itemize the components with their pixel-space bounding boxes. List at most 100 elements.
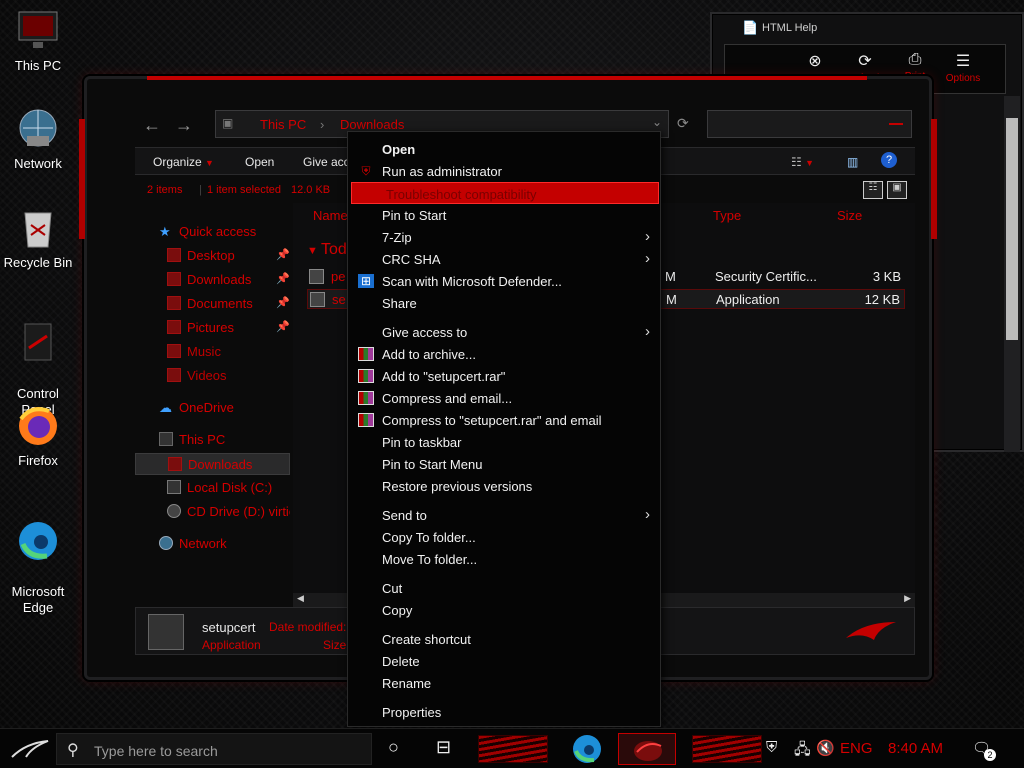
nav-item-pictures[interactable]: Pictures 📌 [135, 317, 290, 339]
menu-item-move-to-folder[interactable]: Move To folder... [348, 548, 660, 570]
menu-item-open[interactable]: Open [348, 138, 660, 160]
nav-item-cd-drive[interactable]: CD Drive (D:) virtic [135, 501, 290, 523]
menu-item-properties[interactable]: Properties [348, 701, 660, 723]
nav-item-downloads[interactable]: Downloads 📌 [135, 269, 290, 291]
search-placeholder: Type here to search [94, 743, 218, 759]
menu-item-scan-defender[interactable]: ⊞ Scan with Microsoft Defender... [348, 270, 660, 292]
nav-item-this-pc[interactable]: This PC [135, 429, 290, 451]
folder-icon [167, 296, 181, 310]
menu-item-crc-sha[interactable]: CRC SHA › [348, 248, 660, 270]
column-header-type[interactable]: Type [713, 208, 741, 230]
stop-icon: ⊗ [808, 53, 822, 70]
menu-item-7zip[interactable]: 7-Zip › [348, 226, 660, 248]
details-view-icon[interactable]: ☷ [863, 181, 883, 199]
desktop-icon-control-panel[interactable]: Control Panel [0, 304, 76, 418]
folder-icon [167, 368, 181, 382]
menu-item-add-to-archive[interactable]: Add to archive... [348, 343, 660, 365]
column-header-name[interactable]: Name [313, 208, 348, 230]
menu-item-add-to-rar[interactable]: Add to "setupcert.rar" [348, 365, 660, 387]
preview-pane-icon[interactable]: ▥ [847, 155, 858, 169]
taskbar-search-input[interactable]: ⚲ Type here to search [56, 733, 372, 765]
scroll-right-icon[interactable]: ▶ [904, 593, 911, 604]
pin-icon: 📌 [276, 297, 290, 309]
menu-item-compress-to-rar-and-email[interactable]: Compress to "setupcert.rar" and email [348, 409, 660, 431]
organize-button[interactable]: Organize ▼ [153, 155, 214, 169]
menu-item-delete[interactable]: Delete [348, 650, 660, 672]
desktop-icon-label: Firefox [18, 453, 58, 468]
start-button-icon[interactable] [8, 737, 52, 761]
nav-item-local-disk[interactable]: Local Disk (C:) [135, 477, 290, 499]
menu-item-cut[interactable]: Cut [348, 577, 660, 599]
menu-item-run-as-administrator[interactable]: ⛨ Run as administrator [348, 160, 660, 182]
edge-icon [573, 735, 601, 763]
edge-taskbar-button[interactable] [568, 733, 606, 765]
search-input[interactable] [707, 110, 912, 138]
menu-item-copy-to-folder[interactable]: Copy To folder... [348, 526, 660, 548]
star-icon: ★ [159, 224, 171, 239]
menu-item-give-access[interactable]: Give access to › [348, 321, 660, 343]
desktop-icon-label: This PC [14, 58, 62, 73]
scrollbar-thumb[interactable] [1006, 118, 1018, 340]
large-icons-view-icon[interactable]: ▣ [887, 181, 907, 199]
refresh-icon[interactable]: ⟳ [677, 115, 689, 132]
open-button[interactable]: Open [245, 155, 274, 169]
defender-tray-icon[interactable]: ⛨ [766, 739, 777, 756]
language-indicator[interactable]: ENG [840, 740, 873, 757]
menu-item-pin-to-taskbar[interactable]: Pin to taskbar [348, 431, 660, 453]
help-icon[interactable]: ? [881, 152, 897, 168]
menu-item-pin-to-start-menu[interactable]: Pin to Start Menu [348, 453, 660, 475]
view-icon[interactable]: ☷ ▼ [791, 155, 814, 169]
globe-icon [19, 109, 57, 147]
volume-muted-icon[interactable]: 🔇 [816, 739, 835, 757]
breadcrumb-this-pc[interactable]: This PC [260, 117, 306, 132]
menu-item-create-shortcut[interactable]: Create shortcut [348, 628, 660, 650]
menu-item-copy[interactable]: Copy [348, 599, 660, 621]
menu-item-rename[interactable]: Rename [348, 672, 660, 694]
menu-item-pin-to-start[interactable]: Pin to Start [348, 204, 660, 226]
menu-item-share[interactable]: Share [348, 292, 660, 314]
winrar-icon [358, 391, 374, 405]
nav-item-videos[interactable]: Videos [135, 365, 290, 387]
folder-icon [167, 248, 181, 262]
desktop-icon-network[interactable]: Network [0, 106, 76, 172]
desktop-icon-this-pc[interactable]: This PC [0, 8, 76, 74]
menu-item-troubleshoot-compatibility[interactable]: Troubleshoot compatibility [351, 182, 659, 204]
nav-item-desktop[interactable]: Desktop 📌 [135, 245, 290, 267]
chevron-down-icon[interactable]: ⌄ [652, 115, 662, 129]
desktop-icon-recycle-bin[interactable]: Recycle Bin [0, 205, 76, 271]
menu-item-restore-previous-versions[interactable]: Restore previous versions [348, 475, 660, 497]
folder-icon [167, 272, 181, 286]
explorer-taskbar-button[interactable] [618, 733, 676, 765]
context-menu[interactable]: Open ⛨ Run as administrator Troubleshoot … [347, 131, 661, 727]
desktop-icon-firefox[interactable]: Firefox [0, 403, 76, 469]
help-window-title: HTML Help [762, 22, 818, 34]
desktop-icon-label: Microsoft Edge [11, 584, 65, 615]
scroll-left-icon[interactable]: ◀ [297, 593, 304, 604]
nav-item-onedrive[interactable]: ☁ OneDrive [135, 397, 290, 419]
breadcrumb-downloads[interactable]: Downloads [340, 117, 404, 132]
clock[interactable]: 8:40 AM [888, 740, 943, 757]
group-header-today[interactable]: ▼ Tod [307, 241, 347, 259]
column-header-size[interactable]: Size [837, 208, 862, 230]
nav-item-documents[interactable]: Documents 📌 [135, 293, 290, 315]
nav-item-downloads-selected[interactable]: Downloads [135, 453, 290, 475]
nav-item-quick-access[interactable]: ★ Quick access [135, 221, 290, 243]
help-scrollbar[interactable] [1004, 96, 1020, 452]
options-button[interactable]: ☰ Options [941, 51, 985, 84]
selected-count: 1 item selected [207, 184, 281, 196]
menu-item-compress-and-email[interactable]: Compress and email... [348, 387, 660, 409]
desktop-icon-edge[interactable]: Microsoft Edge [0, 502, 76, 616]
menu-item-send-to[interactable]: Send to › [348, 504, 660, 526]
chevron-right-icon: › [645, 323, 650, 340]
details-filename: setupcert [202, 620, 256, 635]
nav-item-network[interactable]: Network [135, 533, 290, 555]
cortana-icon[interactable]: ○ [388, 737, 399, 758]
navigation-pane: ★ Quick access Desktop 📌 Downloads 📌 Doc… [135, 211, 293, 611]
forward-icon[interactable]: → [175, 115, 193, 136]
nav-item-music[interactable]: Music [135, 341, 290, 363]
back-icon[interactable]: ← [143, 115, 161, 136]
taskbar-decoration [478, 735, 548, 763]
cloud-icon: ☁ [159, 400, 172, 415]
network-tray-icon[interactable]: 🖧 [794, 739, 811, 764]
task-view-icon[interactable]: ⊟ [436, 737, 451, 758]
